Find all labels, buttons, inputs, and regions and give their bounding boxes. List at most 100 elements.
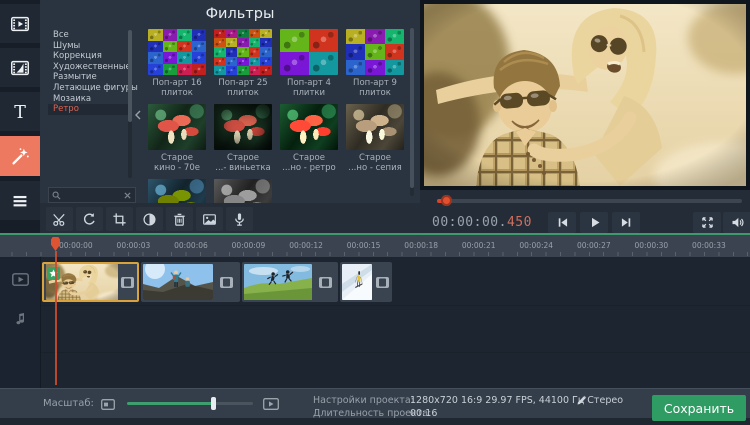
microphone-icon xyxy=(232,212,247,227)
search-input[interactable] xyxy=(63,190,120,201)
collapse-panel-chevron[interactable] xyxy=(134,28,142,202)
clip-thumbnail xyxy=(143,264,213,300)
project-settings-label: Настройки проекта: xyxy=(313,395,414,406)
ruler-label: 00:00:21 xyxy=(462,241,496,250)
sidebar-item-transitions[interactable] xyxy=(0,48,40,87)
transition-badge[interactable] xyxy=(121,277,134,288)
rotate-button[interactable] xyxy=(76,207,103,231)
project-settings-value: 1280x720 16:9 29.97 FPS, 44100 Гц Стерео xyxy=(410,395,623,406)
filter-thumbnail[interactable] xyxy=(214,104,272,150)
filter-thumbnail[interactable] xyxy=(214,29,272,75)
category-scrollbar[interactable] xyxy=(128,30,132,178)
category-item[interactable]: Все xyxy=(48,30,128,41)
rotate-icon xyxy=(82,212,97,227)
seek-bar[interactable] xyxy=(437,199,742,203)
filter-search-box xyxy=(48,187,136,203)
cut-button[interactable] xyxy=(46,207,73,231)
filters-grid: Поп-арт 16плитокПоп-арт 25плитокПоп-арт … xyxy=(148,0,410,203)
search-icon xyxy=(52,191,61,200)
timeline-toolbar xyxy=(40,203,420,234)
sidebar-item-titles[interactable]: T xyxy=(0,92,40,131)
edit-pencil-icon[interactable] xyxy=(576,395,587,406)
timecode-milliseconds: 450 xyxy=(507,215,532,230)
clear-search-icon[interactable] xyxy=(124,192,131,199)
timeline-zoom-slider[interactable] xyxy=(127,402,253,405)
filter-thumbnail[interactable] xyxy=(148,104,206,150)
sidebar-item-more[interactable] xyxy=(0,181,40,220)
track-header-column xyxy=(0,257,41,388)
playhead-line[interactable] xyxy=(55,251,57,385)
play-button[interactable] xyxy=(580,212,608,233)
filter-name: Старое...- виньетка xyxy=(212,153,274,173)
filter-thumbnail[interactable] xyxy=(148,179,206,203)
ruler-label: 00:00:06 xyxy=(174,241,208,250)
clip-properties-button[interactable] xyxy=(196,207,223,231)
ruler-label: 00:00:30 xyxy=(635,241,669,250)
filter-thumbnail[interactable] xyxy=(346,104,404,150)
zoom-label: Масштаб: xyxy=(43,398,94,409)
video-preview[interactable] xyxy=(424,4,746,186)
scissors-icon xyxy=(52,212,67,227)
app-window: T Фильтры ВсеШумыКоррекцияХудожественные… xyxy=(0,0,750,425)
filter-name: Поп-арт 16плиток xyxy=(146,78,208,98)
zoom-out-clips-icon[interactable] xyxy=(101,399,115,410)
contrast-icon xyxy=(142,212,157,227)
fullscreen-button[interactable] xyxy=(693,212,721,233)
next-frame-button[interactable] xyxy=(612,212,640,233)
video-preview-frame xyxy=(420,0,750,190)
filter-thumbnail[interactable] xyxy=(280,29,338,75)
record-audio-button[interactable] xyxy=(226,207,253,231)
magic-wand-icon xyxy=(9,145,31,167)
category-item[interactable]: Коррекция xyxy=(48,51,128,62)
filter-thumbnail[interactable] xyxy=(148,29,206,75)
category-item[interactable]: Мозаика xyxy=(48,94,128,105)
color-adjust-button[interactable] xyxy=(136,207,163,231)
transition-badge[interactable] xyxy=(220,277,233,288)
transition-badge[interactable] xyxy=(376,277,389,288)
fullscreen-icon xyxy=(700,215,715,230)
sidebar-item-media[interactable] xyxy=(0,4,40,43)
play-icon xyxy=(587,215,602,230)
zoom-in-clips-icon[interactable] xyxy=(263,398,279,410)
timeline-clip-skier[interactable] xyxy=(340,262,392,302)
timeline-ruler[interactable]: 00:00:0000:00:0300:00:0600:00:0900:00:12… xyxy=(0,235,750,257)
filter-name: Староекино - 70е xyxy=(146,153,208,173)
category-item[interactable]: Ретро xyxy=(48,104,128,115)
music-note-icon xyxy=(16,313,25,325)
category-item[interactable]: Летающие фигуры xyxy=(48,83,128,94)
ruler-label: 00:00:00 xyxy=(59,241,93,250)
ruler-label: 00:00:33 xyxy=(692,241,726,250)
chevron-left-icon xyxy=(135,110,141,120)
player-bar: 00:00:00.450 xyxy=(420,190,750,234)
volume-button[interactable] xyxy=(723,212,750,233)
zoom-slider-handle[interactable] xyxy=(211,397,216,410)
delete-button[interactable] xyxy=(166,207,193,231)
filter-name: Старое...но - сепия xyxy=(344,153,406,173)
svg-text:T: T xyxy=(14,102,26,122)
previous-frame-icon xyxy=(555,215,570,230)
save-button[interactable]: Сохранить xyxy=(652,395,746,421)
timeline-clip-hikers[interactable] xyxy=(141,262,240,302)
filter-name: Старое...но - ретро xyxy=(278,153,340,173)
crop-button[interactable] xyxy=(106,207,133,231)
filter-thumbnail[interactable] xyxy=(280,104,338,150)
timeline-tracks xyxy=(0,257,750,388)
bottom-strip xyxy=(0,418,750,425)
trash-icon xyxy=(172,212,187,227)
seek-handle[interactable] xyxy=(441,195,452,206)
transition-badge[interactable] xyxy=(319,277,332,288)
filter-thumbnail[interactable] xyxy=(346,29,404,75)
category-item[interactable]: Размытие xyxy=(48,72,128,83)
letter-t-icon: T xyxy=(9,101,31,123)
category-item[interactable]: Художественные xyxy=(48,62,128,73)
category-item[interactable]: Шумы xyxy=(48,41,128,52)
timeline-clip-jumpers[interactable] xyxy=(242,262,338,302)
ruler-label: 00:00:09 xyxy=(232,241,266,250)
filter-thumbnail[interactable] xyxy=(214,179,272,203)
timecode: 00:00:00.450 xyxy=(432,215,532,230)
filters-grid-scrollbar[interactable] xyxy=(410,28,414,196)
ruler-label: 00:00:12 xyxy=(289,241,323,250)
filter-name: Поп-арт 4плитки xyxy=(278,78,340,98)
sidebar-item-filters[interactable] xyxy=(0,136,40,176)
previous-frame-button[interactable] xyxy=(548,212,576,233)
